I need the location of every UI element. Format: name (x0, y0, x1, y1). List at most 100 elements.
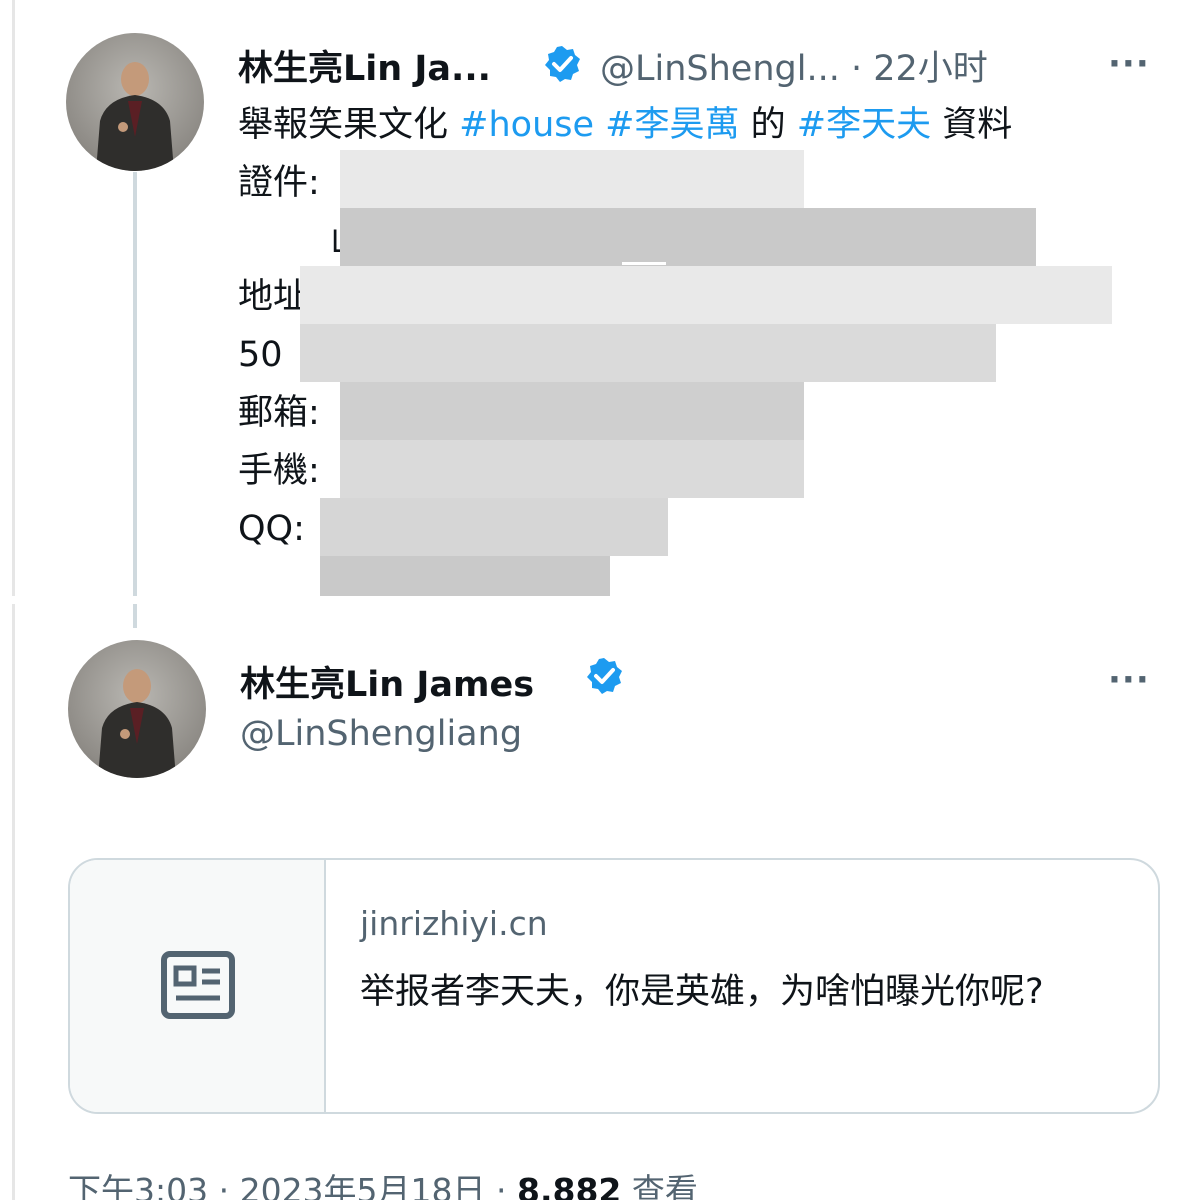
mosaic-cell (474, 266, 532, 324)
mosaic-cell (494, 498, 552, 556)
mosaic-cell (572, 382, 630, 440)
mosaic-cell (630, 150, 688, 208)
mosaic-cell (320, 556, 378, 596)
avatar[interactable] (68, 640, 206, 778)
mosaic-cell (398, 208, 456, 266)
mosaic-cell (920, 208, 978, 266)
mosaic-cell (398, 440, 456, 498)
mosaic-cell (514, 382, 572, 440)
avatar[interactable] (66, 33, 204, 171)
panel-edge (12, 604, 15, 1200)
more-dots-icon[interactable]: ··· (1108, 660, 1150, 700)
mosaic-cell (532, 324, 590, 382)
mosaic-cell (688, 440, 746, 498)
mosaic-cell (532, 266, 590, 324)
mosaic-cell (300, 324, 358, 382)
mosaic-cell (436, 556, 494, 596)
link-card-title: 举报者李天夫，你是英雄，为啥怕曝光你呢? (360, 972, 1044, 1012)
tweet-bottom: 林生亮Lin James @LinShengliang ··· jinrizhi… (0, 604, 1200, 1200)
handle[interactable]: @LinShengliang (240, 714, 522, 754)
mosaic-cell (358, 266, 416, 324)
mosaic-cell (938, 266, 996, 324)
text-span: 的 (739, 105, 797, 145)
mosaic-cell (746, 382, 804, 440)
mosaic-cell (436, 498, 494, 556)
text-span: 資料 (931, 105, 1013, 145)
mosaic-cell (340, 150, 398, 208)
mosaic-cell (746, 150, 804, 208)
mosaic-cell (706, 266, 764, 324)
article-icon (161, 951, 235, 1019)
mosaic-cell (358, 324, 416, 382)
mosaic-cell (978, 208, 1036, 266)
hashtag-li-haowan[interactable]: #李昊萬 (605, 105, 739, 145)
tweet-text-line1: 舉報笑果文化 #house #李昊萬 的 #李天夫 資料 (238, 96, 1012, 154)
mosaic-cell (590, 324, 648, 382)
verified-badge-icon (587, 658, 622, 694)
handle-text: @LinShengl... (600, 49, 840, 89)
mosaic-cell (572, 440, 630, 498)
views-label: 查看 (621, 1171, 698, 1200)
mosaic-cell (622, 262, 666, 265)
mosaic-cell (880, 324, 938, 382)
link-card-domain: jinrizhiyi.cn (360, 904, 548, 943)
hashtag-li-tianfu[interactable]: #李天夫 (797, 105, 931, 145)
mosaic-cell (590, 266, 648, 324)
redaction-mosaic (280, 150, 1112, 596)
mosaic-cell (630, 382, 688, 440)
mosaic-cell (572, 150, 630, 208)
mosaic-cell (610, 498, 668, 556)
field-address-cont: 50 (238, 335, 283, 375)
mosaic-cell (340, 440, 398, 498)
views-count: 8,882 (517, 1171, 622, 1200)
mosaic-cell (300, 266, 358, 324)
mosaic-cell (340, 382, 398, 440)
timestamp[interactable]: 22小时 (873, 49, 988, 89)
mosaic-cell (552, 556, 610, 596)
mosaic-cell (398, 382, 456, 440)
link-card-thumbnail (70, 860, 326, 1112)
thread-line (133, 172, 137, 596)
more-dots-icon[interactable]: ··· (1108, 44, 1150, 84)
mosaic-cell (688, 150, 746, 208)
mosaic-cell (320, 498, 378, 556)
tweet-meta: 下午3:03 · 2023年5月18日 · 8,882 查看 (68, 1164, 698, 1200)
mosaic-cell (398, 150, 456, 208)
handle[interactable]: @LinShengl... · 22小时 (600, 40, 988, 91)
mosaic-cell (764, 266, 822, 324)
mosaic-cell (822, 266, 880, 324)
mosaic-cell (514, 440, 572, 498)
mosaic-cell (572, 208, 630, 266)
mosaic-cell (514, 208, 572, 266)
mosaic-cell (456, 208, 514, 266)
thread-line (133, 604, 137, 628)
mosaic-cell (514, 150, 572, 208)
mosaic-cell (630, 440, 688, 498)
display-name[interactable]: 林生亮Lin Ja... (238, 40, 491, 91)
mosaic-cell (804, 208, 862, 266)
mosaic-cell (474, 324, 532, 382)
link-card[interactable]: jinrizhiyi.cn 举报者李天夫，你是英雄，为啥怕曝光你呢? (68, 858, 1160, 1114)
mosaic-cell (456, 150, 514, 208)
mosaic-cell (648, 324, 706, 382)
tweet-timestamp[interactable]: 下午3:03 · 2023年5月18日 · (68, 1171, 517, 1200)
verified-badge-icon (545, 46, 580, 82)
mosaic-cell (764, 324, 822, 382)
mosaic-cell (648, 266, 706, 324)
mosaic-cell (706, 324, 764, 382)
mosaic-cell (746, 440, 804, 498)
mosaic-cell (630, 208, 688, 266)
separator: · (839, 49, 874, 89)
mosaic-cell (746, 208, 804, 266)
mosaic-cell (456, 440, 514, 498)
panel-gap (0, 596, 1200, 604)
mosaic-cell (378, 498, 436, 556)
mosaic-cell (416, 324, 474, 382)
mosaic-cell (862, 208, 920, 266)
hashtag-house[interactable]: #house (459, 105, 594, 145)
mosaic-cell (378, 556, 436, 596)
display-name[interactable]: 林生亮Lin James (240, 656, 534, 707)
mosaic-cell (996, 266, 1054, 324)
mosaic-cell (494, 556, 552, 596)
panel-edge (12, 0, 15, 596)
